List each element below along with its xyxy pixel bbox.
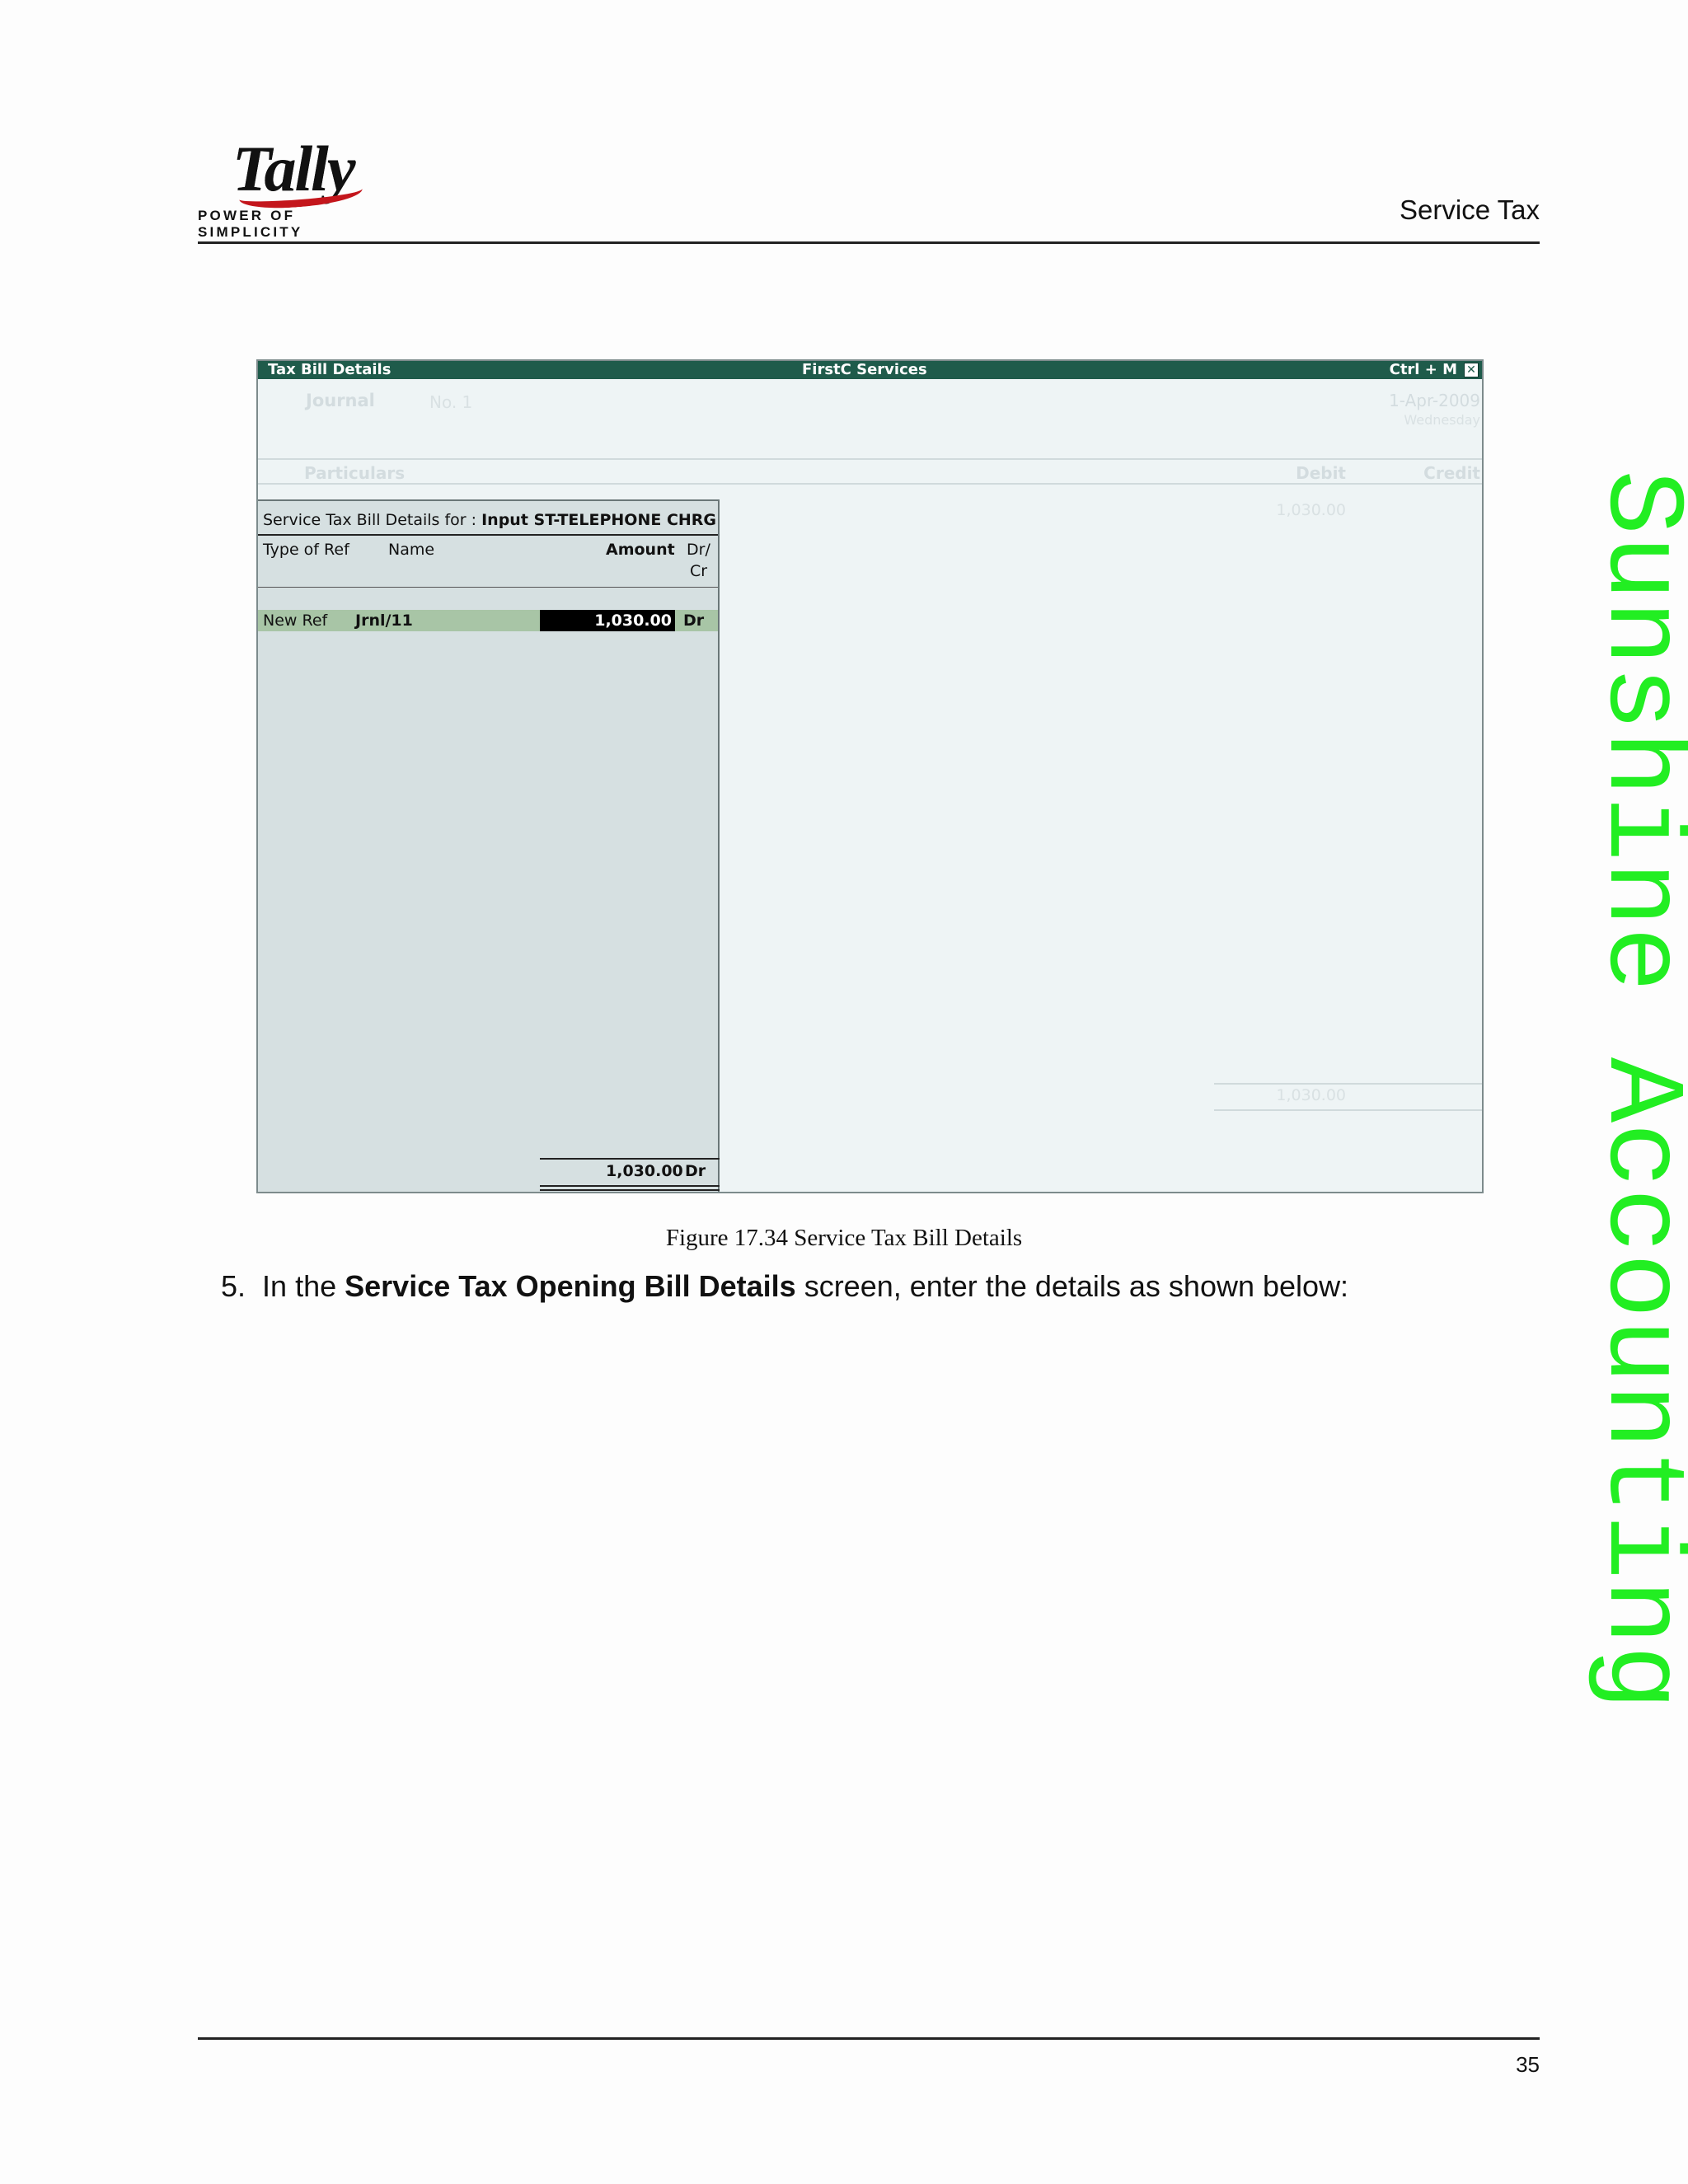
logo-tagline: POWER OF SIMPLICITY: [198, 208, 303, 240]
panel-rule: [258, 534, 718, 536]
total-rule: [540, 1185, 720, 1187]
col-amount: Amount: [606, 541, 675, 559]
page-number: 35: [1516, 2052, 1540, 2077]
panel-title: Service Tax Bill Details for : Input ST-…: [263, 511, 716, 529]
total-amount: 1,030.00: [606, 1162, 683, 1180]
debit-total: 1,030.00: [1276, 1086, 1346, 1104]
tally-logo: Tally POWER OF SIMPLICITY: [198, 132, 396, 240]
col-debit: Debit: [1296, 463, 1346, 483]
panel-title-prefix: Service Tax Bill Details for :: [263, 511, 477, 529]
step-suffix: screen, enter the details as shown below…: [804, 1269, 1349, 1303]
total-rule: [540, 1189, 720, 1191]
figure-caption: Figure 17.34 Service Tax Bill Details: [665, 1225, 1023, 1251]
col-name: Name: [388, 541, 435, 559]
bill-details-panel: Service Tax Bill Details for : Input ST-…: [258, 499, 720, 1192]
screen-title-bar: Tax Bill Details FirstC Services Ctrl + …: [258, 361, 1482, 379]
row-amount-field[interactable]: 1,030.00: [540, 610, 675, 631]
row-name: Jrnl/11: [355, 612, 413, 630]
col-drcr-2: Cr: [690, 562, 708, 580]
divider: [258, 458, 1482, 460]
row-drcr: Dr: [683, 612, 705, 630]
voucher-date: 1-Apr-2009: [1389, 391, 1480, 410]
step-bold: Service Tax Opening Bill Details: [345, 1269, 796, 1303]
step-prefix: In the: [262, 1269, 337, 1303]
row-type-of-ref: New Ref: [263, 612, 328, 630]
company-name: FirstC Services: [802, 361, 927, 378]
voucher-number: No. 1: [429, 392, 473, 412]
shortcut-label: Ctrl + M: [1389, 361, 1457, 378]
divider: [258, 483, 1482, 485]
total-rule: [1214, 1083, 1482, 1085]
total-rule: [1214, 1109, 1482, 1111]
col-particulars: Particulars: [304, 463, 406, 483]
step-number: 5.: [221, 1269, 246, 1303]
footer-rule: [198, 2037, 1540, 2040]
panel-rule: [258, 587, 718, 588]
bill-row[interactable]: New Ref Jrnl/11 1,030.00 Dr: [258, 610, 718, 631]
col-type-of-ref: Type of Ref: [263, 541, 349, 559]
total-drcr: Dr: [685, 1162, 706, 1180]
voucher-type: Journal: [306, 391, 375, 410]
col-credit: Credit: [1423, 463, 1480, 483]
watermark: Sunshine Accounting: [1578, 470, 1688, 1711]
tax-bill-details-screenshot: Tax Bill Details FirstC Services Ctrl + …: [256, 359, 1484, 1193]
col-drcr: Dr/: [687, 541, 710, 559]
screen-title: Tax Bill Details: [268, 361, 392, 378]
step-5: 5. In the Service Tax Opening Bill Detai…: [221, 1269, 1348, 1304]
header-rule: [198, 241, 1540, 244]
ledger-name: Input ST-TELEPHONE CHRG: [481, 511, 717, 529]
total-rule: [540, 1158, 720, 1160]
voucher-day: Wednesday: [1404, 412, 1480, 428]
close-icon[interactable]: ✕: [1464, 363, 1479, 377]
debit-amount: 1,030.00: [1276, 501, 1346, 519]
section-title: Service Tax: [1400, 194, 1540, 225]
